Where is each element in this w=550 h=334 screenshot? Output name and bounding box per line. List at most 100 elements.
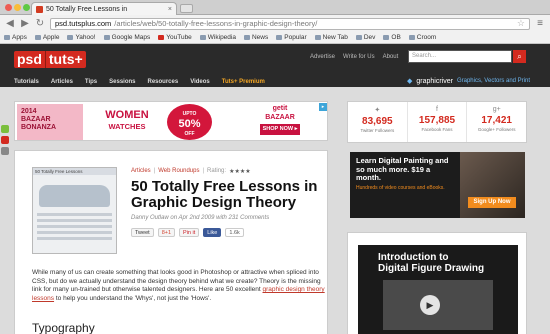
ad-women-watches: WOMEN WATCHES: [105, 109, 149, 132]
address-row: ◀ ▶ ↻ psd.tutsplus.com/articles/web/50-t…: [0, 15, 550, 32]
facebook-icon: f: [436, 106, 438, 113]
bookmark-yahoo[interactable]: Yahoo!: [67, 34, 96, 41]
search-input[interactable]: Search...: [408, 50, 512, 63]
rating-stars: ★★★★: [229, 169, 251, 175]
banner-ad[interactable]: 2014 BAZAAR BONANZA WOMEN WATCHES UPTO 5…: [14, 101, 328, 141]
top-nav: Advertise Write for Us About: [310, 54, 398, 60]
google-plus-button[interactable]: 8+1: [157, 228, 176, 237]
article-byline: Danny Outlaw on Apr 2nd 2009 with 231 Co…: [131, 215, 270, 221]
tab-title: 50 Totally Free Lessons in: [46, 5, 128, 13]
graphicriver-link[interactable]: ◆ graphicriver Graphics, Vectors and Pri…: [407, 77, 530, 86]
ad-choices-icon[interactable]: ▸: [319, 103, 327, 111]
apps-icon: [4, 35, 10, 40]
folder-icon: [243, 35, 250, 40]
close-window-icon[interactable]: [5, 4, 12, 11]
extension-icon[interactable]: [1, 125, 9, 133]
wikipedia-icon: [199, 35, 206, 40]
nav-tutorials[interactable]: Tutorials: [14, 79, 39, 85]
sign-up-button[interactable]: Sign Up Now: [468, 197, 516, 208]
address-bar[interactable]: psd.tutsplus.com/articles/web/50-totally…: [50, 17, 530, 30]
tab-close-icon[interactable]: ×: [168, 6, 172, 13]
bookmark-dev[interactable]: Dev: [355, 34, 375, 41]
back-icon[interactable]: ◀: [5, 18, 15, 29]
folder-icon: [355, 35, 362, 40]
facebook-like-button[interactable]: Like: [203, 228, 222, 237]
forward-icon[interactable]: ▶: [20, 18, 30, 29]
category-link[interactable]: Articles: [131, 168, 151, 175]
bookmark-news[interactable]: News: [243, 34, 268, 41]
bookmark-croom[interactable]: Croom: [408, 34, 436, 41]
bookmark-apps[interactable]: Apps: [4, 34, 27, 41]
side-icons: [0, 124, 10, 158]
facebook-stat[interactable]: f 157,885 Facebook Fans: [408, 102, 468, 142]
bookmark-wikipedia[interactable]: Wikipedia: [199, 34, 236, 41]
nav-advertise[interactable]: Advertise: [310, 54, 335, 60]
site-header: psd tuts+ Advertise Write for Us About Se…: [0, 44, 550, 87]
extension-icon[interactable]: [1, 147, 9, 155]
bookmark-popular[interactable]: Popular: [276, 34, 307, 41]
pin-it-button[interactable]: Pin it: [179, 228, 200, 237]
article-intro: While many of us can create something th…: [32, 269, 325, 302]
nav-resources[interactable]: Resources: [148, 79, 179, 85]
apple-icon: [34, 35, 41, 40]
maximize-window-icon[interactable]: [23, 4, 30, 11]
social-stats: ✦ 83,695 Twitter Followers f 157,885 Fac…: [347, 101, 527, 143]
googleplus-icon: g+: [492, 106, 501, 113]
page-icon: [314, 35, 321, 40]
extension-icon[interactable]: [1, 136, 9, 144]
googleplus-stat[interactable]: g+ 17,421 Google+ Followers: [467, 102, 526, 142]
like-count: 1.6k: [225, 228, 244, 237]
bookmark-ob[interactable]: OB: [383, 34, 401, 41]
ad-bazaar-bonanza: 2014 BAZAAR BONANZA: [17, 104, 83, 140]
ad-discount-badge: UPTO 50% OFF: [167, 104, 212, 140]
video-ad-title: Introduction to Digital Figure Drawing: [378, 252, 485, 274]
site-logo[interactable]: psd tuts+: [14, 51, 86, 68]
play-icon[interactable]: ▶: [420, 295, 440, 315]
ad-figure-image: [460, 152, 525, 218]
folder-icon: [276, 35, 283, 40]
nav-about[interactable]: About: [383, 54, 399, 60]
article-title[interactable]: 50 Totally Free Lessons in Graphic Desig…: [131, 179, 326, 211]
bookmark-apple[interactable]: Apple: [34, 34, 59, 41]
nav-premium[interactable]: Tuts+ Premium: [222, 79, 265, 85]
article-meta: Articles | Web Roundups | Rating: ★★★★: [131, 168, 251, 175]
twitter-stat[interactable]: ✦ 83,695 Twitter Followers: [348, 102, 408, 142]
article-card: 50 Totally Free Lessons Articles | Web R…: [14, 150, 328, 334]
browser-tabstrip: 50 Totally Free Lessons in ×: [0, 0, 550, 15]
section-heading: Typography: [32, 321, 95, 334]
main-nav: Tutorials Articles Tips Sessions Resourc…: [14, 79, 265, 85]
nav-videos[interactable]: Videos: [190, 79, 210, 85]
url-host: psd.tutsplus.com: [55, 19, 112, 28]
search-icon[interactable]: ⌕: [513, 50, 526, 63]
bookmark-star-icon[interactable]: ☆: [517, 19, 525, 29]
web-page: psd tuts+ Advertise Write for Us About Se…: [0, 44, 550, 334]
digital-painting-ad[interactable]: Learn Digital Painting and so much more.…: [350, 152, 525, 218]
ad-getit-bazaar: getit BAZAAR SHOP NOW ▸: [245, 104, 315, 140]
folder-icon: [408, 35, 415, 40]
bookmark-youtube[interactable]: YouTube: [158, 34, 192, 41]
shop-now-button[interactable]: SHOP NOW ▸: [259, 124, 301, 135]
ad-subtext: Hundreds of video courses and eBooks.: [356, 185, 445, 191]
subcategory-link[interactable]: Web Roundups: [158, 168, 199, 175]
minimize-window-icon[interactable]: [14, 4, 21, 11]
nav-articles[interactable]: Articles: [51, 79, 73, 85]
tweet-button[interactable]: Tweet: [131, 228, 154, 237]
url-path: /articles/web/50-totally-free-lessons-in…: [114, 19, 318, 28]
browser-tab[interactable]: 50 Totally Free Lessons in ×: [31, 2, 177, 15]
nav-write-for-us[interactable]: Write for Us: [343, 54, 375, 60]
nav-sessions[interactable]: Sessions: [109, 79, 135, 85]
new-tab-button[interactable]: [180, 4, 193, 13]
video-ad-box: Introduction to Digital Figure Drawing ▶: [347, 232, 527, 334]
graphicriver-icon: ◆: [407, 78, 413, 85]
yahoo-icon: [67, 35, 74, 40]
browser-menu-icon[interactable]: ≡: [535, 18, 545, 29]
figure-drawing-ad[interactable]: Introduction to Digital Figure Drawing ▶: [358, 245, 518, 334]
article-thumbnail[interactable]: 50 Totally Free Lessons: [32, 167, 117, 254]
google-maps-icon: [103, 35, 110, 40]
thumbnail-car-image: [39, 185, 110, 207]
reload-icon[interactable]: ↻: [35, 18, 45, 29]
nav-tips[interactable]: Tips: [85, 79, 97, 85]
bookmark-new-tab[interactable]: New Tab: [314, 34, 348, 41]
bookmark-google-maps[interactable]: Google Maps: [103, 34, 150, 41]
favicon-icon: [36, 5, 43, 13]
